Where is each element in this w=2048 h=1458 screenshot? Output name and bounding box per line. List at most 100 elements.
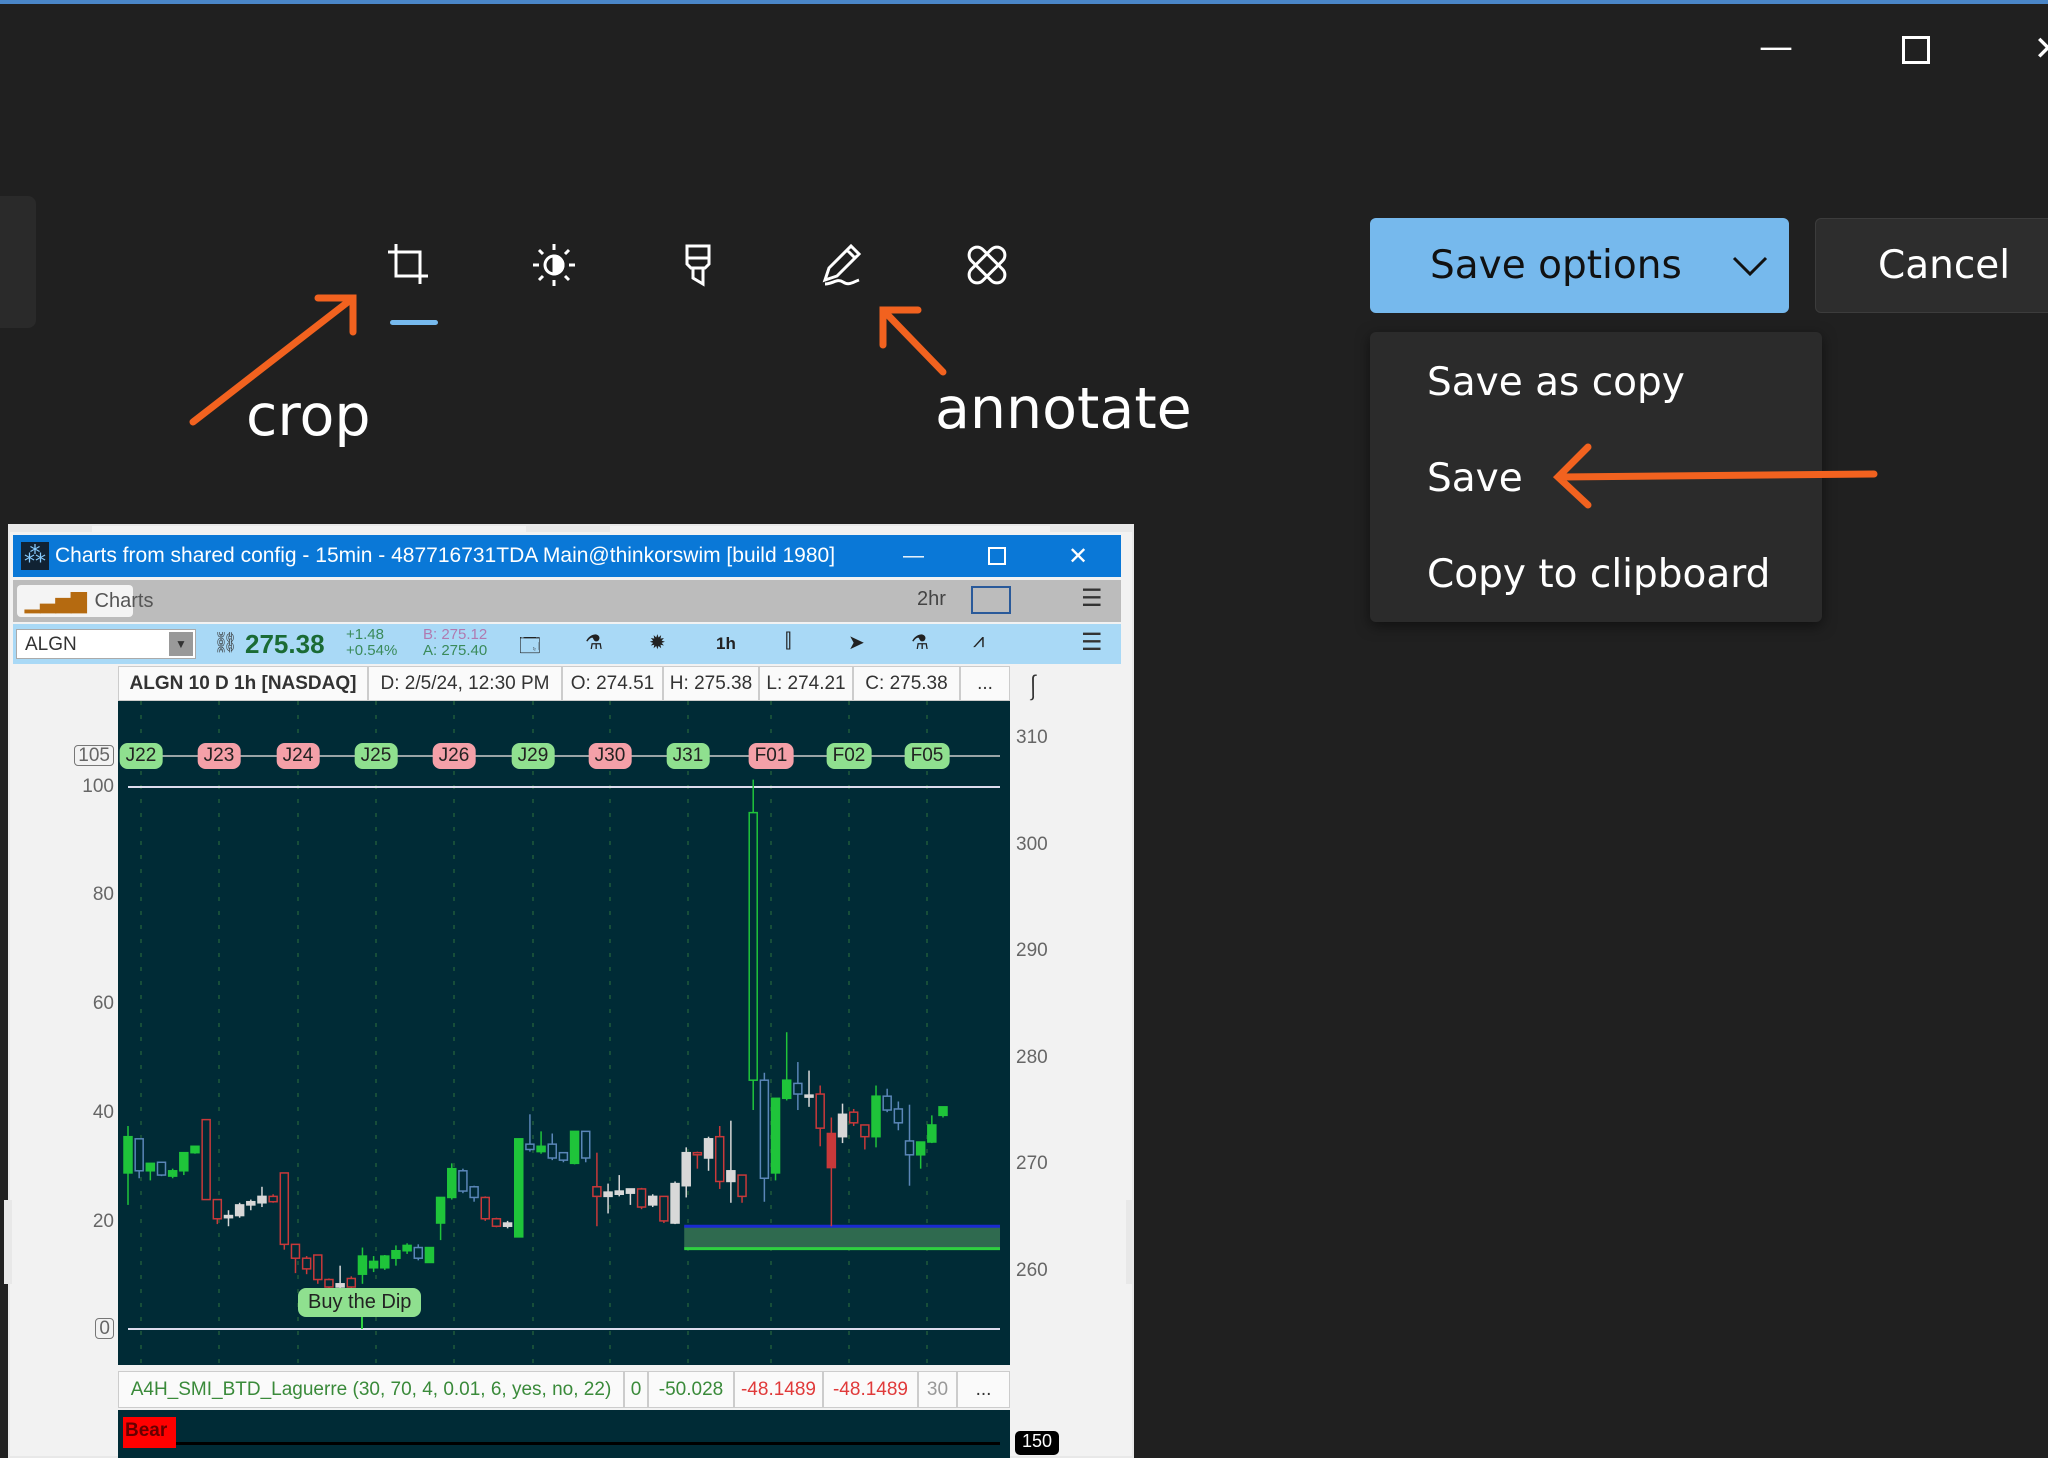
date-bubble: J26: [432, 743, 476, 769]
candle: [748, 811, 758, 1081]
price-axis-label: 260: [1016, 1260, 1048, 1281]
left-axis-label: 0: [95, 1318, 114, 1339]
candle: [614, 1190, 624, 1195]
candle: [938, 1106, 948, 1117]
date-bubble: J29: [511, 743, 555, 769]
candle: [871, 1095, 881, 1138]
candle: [223, 1214, 234, 1219]
left-axis-label: 80: [92, 884, 114, 905]
indicator-more[interactable]: ...: [957, 1371, 1010, 1408]
candle: [558, 1151, 569, 1161]
candle: [145, 1162, 156, 1172]
candle: [335, 1283, 345, 1288]
candle: [882, 1095, 892, 1111]
candle: [893, 1108, 904, 1124]
candle: [212, 1198, 223, 1220]
candle: [759, 1079, 770, 1180]
left-axis-label: 20: [92, 1211, 114, 1232]
candle: [201, 1118, 211, 1201]
candle: [357, 1255, 368, 1275]
candle: [346, 1277, 357, 1288]
date-bubble: J24: [276, 743, 320, 769]
support-zone: [684, 1226, 1000, 1249]
candle: [234, 1204, 245, 1217]
candle: [190, 1145, 200, 1154]
price-axis-label: 310: [1016, 727, 1048, 748]
candle: [469, 1186, 479, 1199]
candle: [525, 1143, 535, 1151]
date-bubble: F02: [826, 743, 872, 769]
price-axis-label: 280: [1016, 1046, 1048, 1068]
candle: [636, 1188, 647, 1208]
candle: [324, 1278, 334, 1288]
indicator-pane: [118, 1410, 1010, 1458]
indicator-value: 30: [918, 1371, 957, 1408]
candle: [860, 1124, 870, 1138]
candle: [380, 1255, 390, 1269]
candle: [156, 1161, 167, 1176]
candle: [848, 1111, 859, 1124]
candle: [714, 1135, 725, 1183]
candle: [726, 1170, 736, 1183]
left-axis-label: 40: [92, 1102, 114, 1123]
candle: [424, 1246, 435, 1264]
indicator-name: A4H_SMI_BTD_Laguerre (30, 70, 4, 0.01, 6…: [118, 1371, 624, 1408]
candle: [458, 1170, 468, 1192]
candle: [569, 1130, 580, 1165]
candle: [301, 1257, 312, 1270]
price-axis-label: 270: [1016, 1153, 1048, 1175]
candle: [246, 1200, 256, 1206]
candle: [279, 1172, 290, 1246]
candle: [580, 1130, 591, 1159]
left-axis-label: 105: [74, 745, 114, 766]
date-bubble: J23: [197, 743, 241, 769]
candle: [536, 1145, 546, 1153]
candle: [793, 1082, 803, 1095]
left-axis-label: 60: [92, 993, 114, 1014]
candle: [413, 1246, 424, 1259]
candle: [737, 1174, 747, 1198]
candle: [625, 1188, 636, 1194]
date-bubble: J22: [119, 743, 163, 769]
candle: [257, 1195, 267, 1204]
buy-the-dip-label: Buy the Dip: [298, 1288, 422, 1317]
candle: [435, 1196, 446, 1224]
bear-label: Bear: [123, 1417, 176, 1448]
date-bubble: F05: [904, 743, 950, 769]
candle: [547, 1143, 557, 1159]
price-axis-label: 290: [1016, 940, 1048, 962]
candle: [770, 1097, 781, 1174]
candle: [491, 1218, 502, 1227]
indicator-axis-value: 150: [1015, 1431, 1059, 1455]
indicator-value: -48.1489: [734, 1371, 823, 1408]
candle: [826, 1132, 837, 1169]
price-axis-label: 300: [1016, 833, 1048, 855]
candle: [681, 1151, 691, 1187]
candle: [290, 1243, 301, 1259]
candle: [837, 1113, 848, 1138]
candle: [915, 1141, 926, 1156]
candle: [659, 1195, 669, 1222]
candle: [815, 1093, 825, 1129]
candle: [670, 1182, 680, 1224]
candle: [134, 1138, 144, 1172]
candle: [368, 1260, 379, 1269]
date-bubble: J25: [354, 743, 398, 769]
candle: [592, 1186, 602, 1198]
candle: [268, 1195, 278, 1203]
candle: [692, 1151, 703, 1156]
candle: [167, 1170, 178, 1177]
candle: [703, 1138, 714, 1159]
candle: [402, 1244, 412, 1252]
date-bubble: F01: [748, 743, 794, 769]
candle: [804, 1094, 814, 1098]
candle: [781, 1079, 792, 1100]
left-axis-label: 100: [82, 776, 114, 797]
indicator-value: 0: [624, 1371, 648, 1408]
date-bubble: J30: [588, 743, 632, 769]
candle: [480, 1196, 491, 1220]
date-bubble: J31: [666, 743, 710, 769]
candle: [447, 1167, 457, 1199]
candle: [904, 1140, 915, 1156]
candle: [647, 1195, 658, 1206]
